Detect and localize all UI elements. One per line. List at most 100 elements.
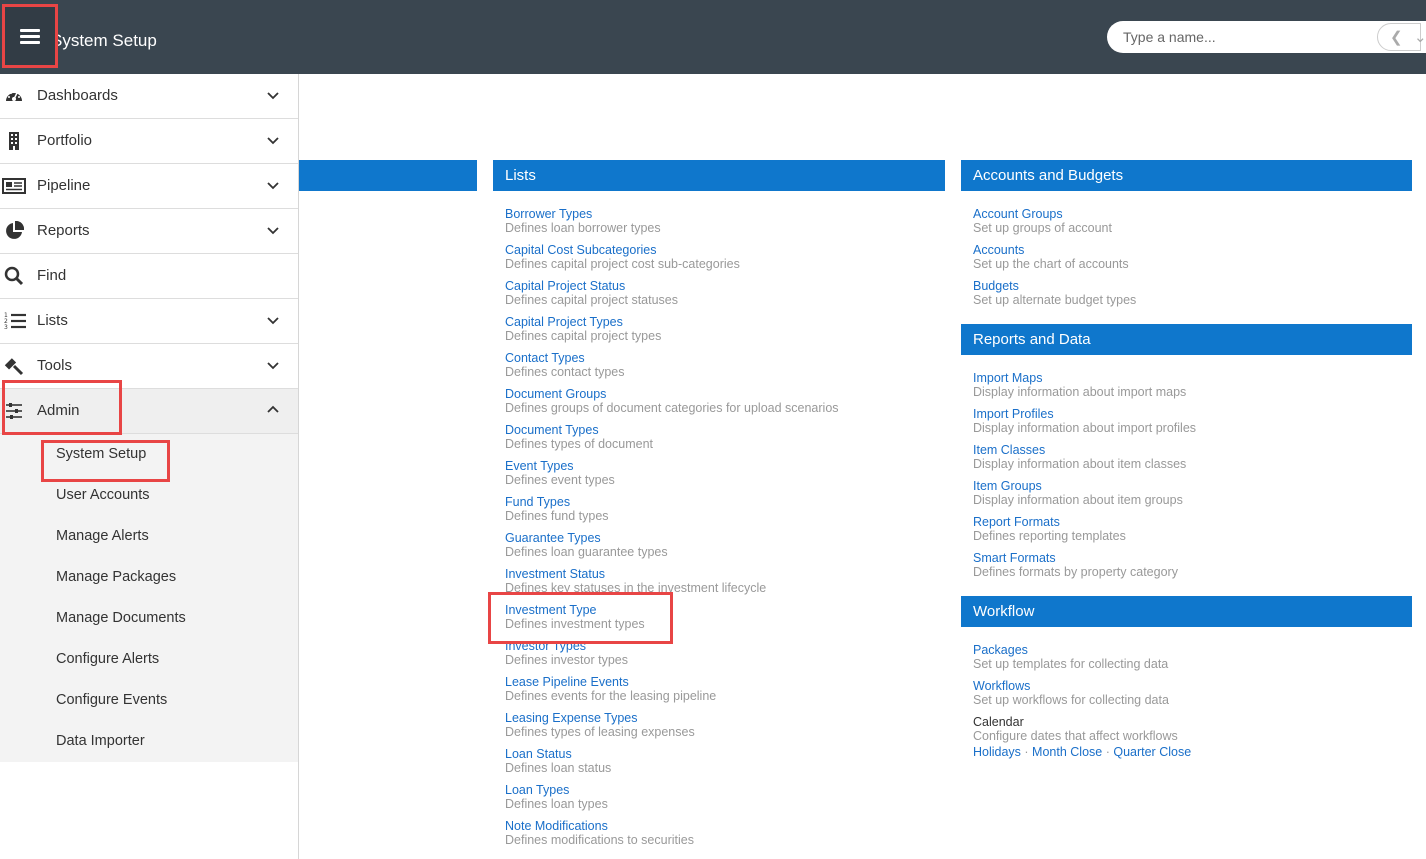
list-item: Document Types Defines types of document bbox=[505, 423, 935, 459]
sidebar-item-admin[interactable]: Admin bbox=[0, 389, 298, 434]
search-icon bbox=[4, 266, 24, 286]
link-import-maps[interactable]: Import Maps bbox=[973, 371, 1403, 385]
admin-submenu: System Setup User Accounts Manage Alerts… bbox=[0, 434, 298, 762]
chevron-down-icon bbox=[267, 182, 279, 190]
building-icon bbox=[9, 132, 19, 150]
sidebar-item-dashboards[interactable]: Dashboards bbox=[0, 74, 298, 119]
link-loan-types[interactable]: Loan Types bbox=[505, 783, 935, 797]
link-capital-project-status[interactable]: Capital Project Status bbox=[505, 279, 935, 293]
sidebar-item-lists[interactable]: 123 Lists bbox=[0, 299, 298, 344]
list-item: Leasing Expense Types Defines types of le… bbox=[505, 711, 935, 747]
item-description: Defines types of leasing expenses bbox=[505, 725, 695, 739]
submenu-item-manage-alerts[interactable]: Manage Alerts bbox=[0, 516, 298, 557]
sidebar-item-find[interactable]: Find bbox=[0, 254, 298, 299]
link-document-groups[interactable]: Document Groups bbox=[505, 387, 935, 401]
link-import-profiles[interactable]: Import Profiles bbox=[973, 407, 1403, 421]
submenu-item-system-setup[interactable]: System Setup bbox=[0, 434, 298, 475]
chevron-down-icon bbox=[267, 227, 279, 235]
item-description: Set up groups of account bbox=[973, 221, 1112, 235]
page-title: System Setup bbox=[51, 31, 157, 50]
list-item: Fund Types Defines fund types bbox=[505, 495, 935, 531]
link-quarter-close[interactable]: Quarter Close bbox=[1113, 745, 1191, 759]
sidebar-item-tools[interactable]: Tools bbox=[0, 344, 298, 389]
link-note-modifications[interactable]: Note Modifications bbox=[505, 819, 935, 833]
link-lease-pipeline-events[interactable]: Lease Pipeline Events bbox=[505, 675, 935, 689]
pie-chart-icon bbox=[6, 221, 24, 239]
list-item: Contact Types Defines contact types bbox=[505, 351, 935, 387]
back-button[interactable]: ❮ ⌄ bbox=[1377, 23, 1426, 51]
sidebar-item-portfolio[interactable]: Portfolio bbox=[0, 119, 298, 164]
link-contact-types[interactable]: Contact Types bbox=[505, 351, 935, 365]
item-description: Defines types of document bbox=[505, 437, 653, 451]
link-guarantee-types[interactable]: Guarantee Types bbox=[505, 531, 935, 545]
section-header-lists: Lists bbox=[493, 160, 945, 191]
submenu-item-manage-documents[interactable]: Manage Documents bbox=[0, 598, 298, 639]
list-item: Import Maps Display information about imp… bbox=[973, 371, 1403, 407]
item-description: Display information about item groups bbox=[973, 493, 1183, 507]
submenu-item-manage-packages[interactable]: Manage Packages bbox=[0, 557, 298, 598]
list-item: Import Profiles Display information about… bbox=[973, 407, 1403, 443]
sidebar-item-label: Lists bbox=[37, 312, 68, 329]
item-description: Defines groups of document categories fo… bbox=[505, 401, 839, 415]
item-description: Defines loan borrower types bbox=[505, 221, 661, 235]
submenu-item-user-accounts[interactable]: User Accounts bbox=[0, 475, 298, 516]
submenu-item-label: Configure Alerts bbox=[56, 651, 160, 667]
link-holidays[interactable]: Holidays bbox=[973, 745, 1021, 759]
submenu-item-configure-alerts[interactable]: Configure Alerts bbox=[0, 639, 298, 680]
chevron-down-icon bbox=[267, 362, 279, 370]
link-investor-types[interactable]: Investor Types bbox=[505, 639, 935, 653]
link-report-formats[interactable]: Report Formats bbox=[973, 515, 1403, 529]
section-header-reports-data: Reports and Data bbox=[961, 324, 1412, 355]
link-leasing-expense-types[interactable]: Leasing Expense Types bbox=[505, 711, 935, 725]
link-document-types[interactable]: Document Types bbox=[505, 423, 935, 437]
sidebar-item-reports[interactable]: Reports bbox=[0, 209, 298, 254]
sidebar-item-label: Pipeline bbox=[37, 177, 91, 194]
link-investment-type[interactable]: Investment Type bbox=[505, 603, 935, 617]
list-item: Packages Set up templates for collecting… bbox=[973, 643, 1403, 679]
item-description: Defines loan types bbox=[505, 797, 608, 811]
link-accounts[interactable]: Accounts bbox=[973, 243, 1403, 257]
sliders-icon bbox=[6, 403, 22, 419]
sidebar-item-label: Portfolio bbox=[37, 132, 93, 149]
item-description: Defines contact types bbox=[505, 365, 625, 379]
chevron-down-icon bbox=[267, 317, 279, 325]
link-capital-project-types[interactable]: Capital Project Types bbox=[505, 315, 935, 329]
list-item: Note Modifications Defines modifications … bbox=[505, 819, 935, 855]
link-workflows[interactable]: Workflows bbox=[973, 679, 1403, 693]
submenu-item-label: Manage Alerts bbox=[56, 528, 149, 544]
submenu-item-data-importer[interactable]: Data Importer bbox=[0, 721, 298, 762]
link-fund-types[interactable]: Fund Types bbox=[505, 495, 935, 509]
link-event-types[interactable]: Event Types bbox=[505, 459, 935, 473]
search-input[interactable] bbox=[1123, 27, 1373, 47]
item-description: Defines capital project statuses bbox=[505, 293, 679, 307]
chevron-down-icon bbox=[267, 92, 279, 100]
link-loan-status[interactable]: Loan Status bbox=[505, 747, 935, 761]
sidebar-item-label: Admin bbox=[37, 402, 80, 419]
link-item-groups[interactable]: Item Groups bbox=[973, 479, 1403, 493]
hamburger-menu-button[interactable] bbox=[2, 4, 58, 68]
link-capital-cost-subcategories[interactable]: Capital Cost Subcategories bbox=[505, 243, 935, 257]
hamburger-icon bbox=[20, 26, 40, 47]
list-item: Item Classes Display information about it… bbox=[973, 443, 1403, 479]
list-item: Event Types Defines event types bbox=[505, 459, 935, 495]
link-account-groups[interactable]: Account Groups bbox=[973, 207, 1403, 221]
link-budgets[interactable]: Budgets bbox=[973, 279, 1403, 293]
item-description: Defines modifications to securities bbox=[505, 833, 694, 847]
link-smart-formats[interactable]: Smart Formats bbox=[973, 551, 1403, 565]
link-item-classes[interactable]: Item Classes bbox=[973, 443, 1403, 457]
submenu-item-configure-events[interactable]: Configure Events bbox=[0, 680, 298, 721]
list-item: Capital Cost Subcategories Defines capita… bbox=[505, 243, 935, 279]
submenu-item-label: Manage Documents bbox=[56, 610, 186, 626]
submenu-item-label: Configure Events bbox=[56, 692, 168, 708]
workflow-column: Packages Set up templates for collecting… bbox=[973, 643, 1403, 759]
sidebar-item-pipeline[interactable]: Pipeline bbox=[0, 164, 298, 209]
link-investment-status[interactable]: Investment Status bbox=[505, 567, 935, 581]
hidden-section-header bbox=[298, 160, 477, 191]
item-description: Defines reporting templates bbox=[973, 529, 1126, 543]
link-borrower-types[interactable]: Borrower Types bbox=[505, 207, 935, 221]
item-description: Defines capital project cost sub-categor… bbox=[505, 257, 740, 271]
link-month-close[interactable]: Month Close bbox=[1032, 745, 1102, 759]
list-item: Accounts Set up the chart of accounts bbox=[973, 243, 1403, 279]
link-packages[interactable]: Packages bbox=[973, 643, 1403, 657]
submenu-item-label: Data Importer bbox=[56, 733, 145, 749]
